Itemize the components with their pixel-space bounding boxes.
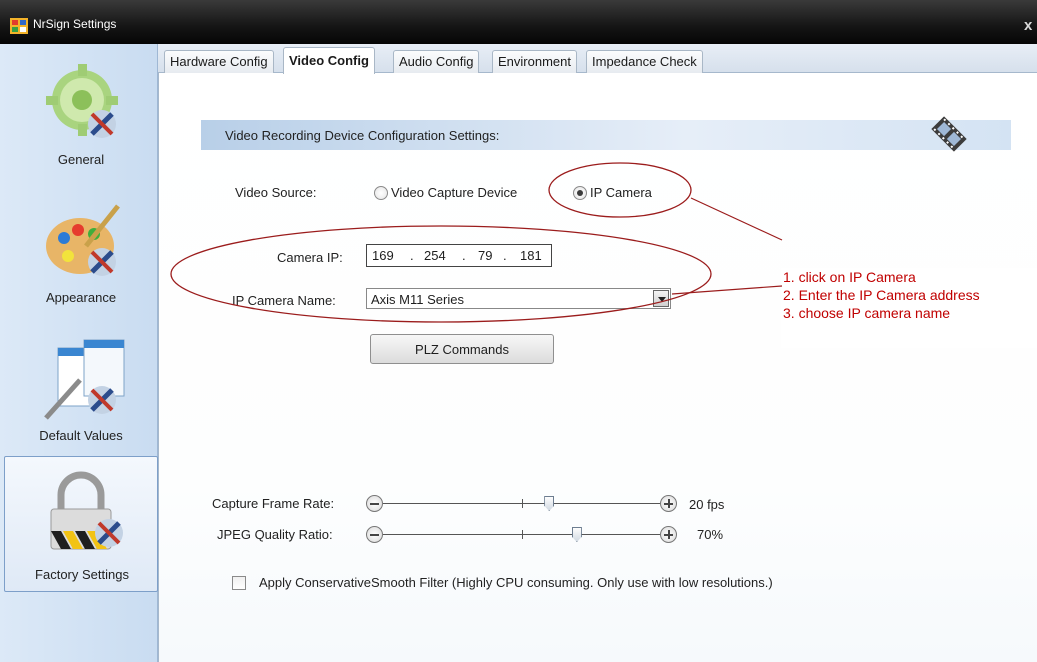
sidebar-item-label: Factory Settings (35, 567, 129, 582)
slider-tick (522, 499, 523, 508)
tab-hardware-config[interactable]: Hardware Config (164, 50, 274, 73)
ip-octet-1[interactable]: 169 (372, 248, 394, 263)
app-grid-icon (10, 18, 28, 34)
minus-icon[interactable] (366, 526, 383, 543)
radio-video-capture-device-label[interactable]: Video Capture Device (391, 185, 517, 200)
ip-octet-4[interactable]: 181 (520, 248, 542, 263)
window-title: NrSign Settings (33, 17, 117, 31)
tab-impedance-check[interactable]: Impedance Check (586, 50, 703, 73)
ip-dot: . (462, 248, 466, 263)
section-title: Video Recording Device Configuration Set… (225, 128, 500, 143)
tab-strip: Hardware Config Video Config Audio Confi… (158, 44, 1037, 74)
jpeg-quality-value: 70% (697, 527, 724, 542)
annotation-line: 2. Enter the IP Camera address (783, 287, 980, 303)
conservative-smooth-checkbox[interactable] (232, 576, 246, 590)
film-strip-icon (931, 116, 967, 152)
chevron-down-icon[interactable] (653, 290, 669, 307)
ptz-commands-button[interactable]: PLZ Commands (370, 334, 554, 364)
ip-dot: . (503, 248, 507, 263)
camera-ip-field[interactable]: 169 . 254 . 79 . 181 (366, 244, 552, 267)
video-config-panel: Video Recording Device Configuration Set… (158, 73, 1037, 662)
frame-rate-value: 20 fps (689, 497, 725, 512)
slider-thumb[interactable] (571, 527, 582, 542)
ip-dot: . (410, 248, 414, 263)
video-source-label: Video Source: (235, 185, 317, 200)
main-panel: Hardware Config Video Config Audio Confi… (158, 44, 1037, 662)
radio-ip-camera-label[interactable]: IP Camera (590, 185, 652, 200)
camera-name-label: IP Camera Name: (232, 293, 336, 308)
sidebar-item-default-values[interactable]: Default Values (4, 326, 158, 462)
tab-video-config[interactable]: Video Config (283, 47, 375, 74)
camera-ip-label: Camera IP: (277, 250, 343, 265)
ip-octet-3[interactable]: 79 (478, 248, 492, 263)
camera-name-select[interactable]: Axis M11 Series (366, 288, 671, 309)
radio-video-capture-device[interactable] (374, 186, 388, 200)
radio-ip-camera[interactable] (573, 186, 587, 200)
slider-tick (522, 530, 523, 539)
ip-octet-2[interactable]: 254 (424, 248, 446, 263)
annotation-line: 1. click on IP Camera (783, 269, 916, 285)
sidebar-item-general[interactable]: General (4, 50, 158, 186)
close-button[interactable]: x (1024, 17, 1032, 34)
title-bar: NrSign Settings x (0, 0, 1037, 44)
jpeg-quality-label: JPEG Quality Ratio: (217, 527, 333, 542)
camera-name-value: Axis M11 Series (371, 292, 464, 307)
annotation-line: 3. choose IP camera name (783, 305, 951, 321)
sidebar-item-factory-settings[interactable]: Factory Settings (4, 456, 158, 592)
sidebar-item-label: General (57, 152, 105, 167)
annotation-box: 1. click on IP Camera 2. Enter the IP Ca… (781, 268, 1037, 348)
tab-environment[interactable]: Environment (492, 50, 577, 73)
sidebar-item-label: Appearance (45, 290, 117, 305)
padlock-icon (50, 471, 123, 550)
plus-icon[interactable] (660, 526, 677, 543)
sidebar: General Appearance Default Values Factor… (0, 44, 158, 662)
minus-icon[interactable] (366, 495, 383, 512)
sidebar-item-label: Default Values (39, 428, 123, 443)
gear-wrench-icon (46, 64, 118, 138)
section-header: Video Recording Device Configuration Set… (201, 116, 1011, 152)
sidebar-item-appearance[interactable]: Appearance (4, 188, 158, 324)
frame-rate-label: Capture Frame Rate: (212, 496, 335, 511)
plus-icon[interactable] (660, 495, 677, 512)
slider-thumb[interactable] (544, 496, 555, 511)
jpeg-quality-slider[interactable] (366, 526, 677, 546)
documents-pen-icon (44, 339, 125, 420)
tab-audio-config[interactable]: Audio Config (393, 50, 480, 73)
frame-rate-slider[interactable] (366, 495, 677, 515)
conservative-smooth-label[interactable]: Apply ConservativeSmooth Filter (Highly … (259, 575, 773, 590)
palette-wrench-icon (46, 204, 120, 276)
